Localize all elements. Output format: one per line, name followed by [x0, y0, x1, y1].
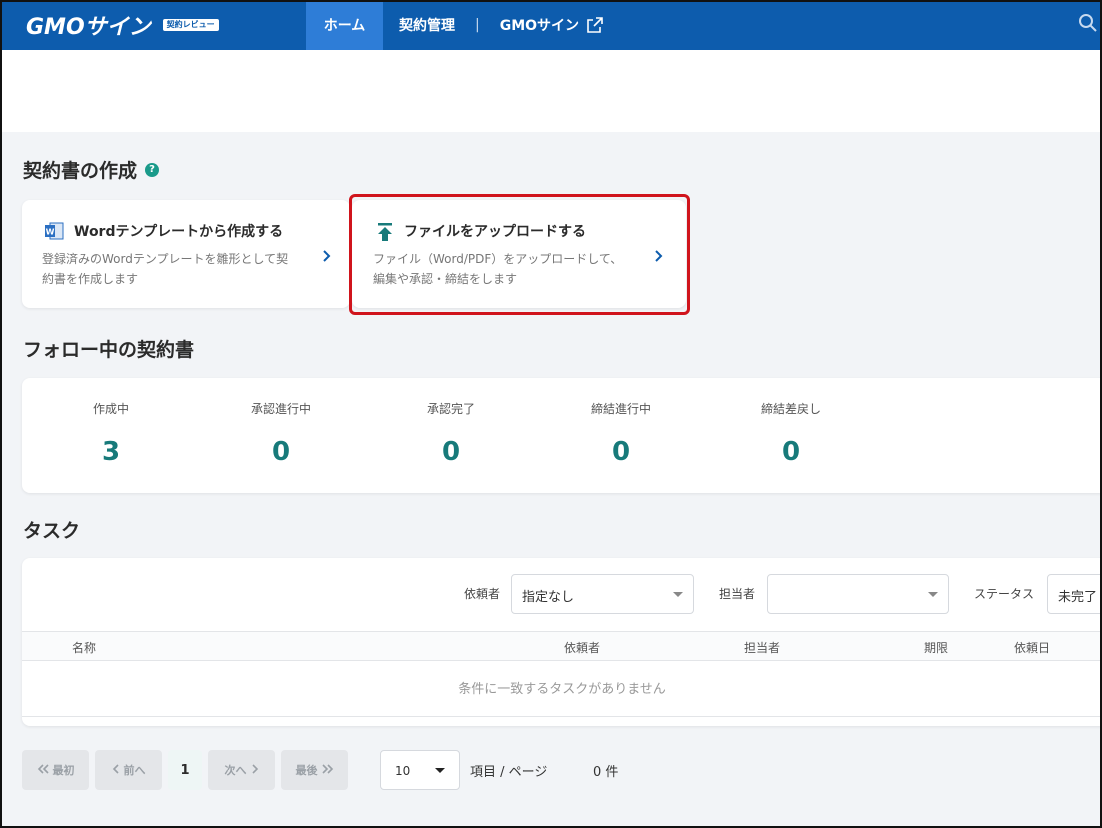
- logo-badge: 契約レビュー: [162, 19, 219, 31]
- upload-card-desc-line1: ファイル（Word/PDF）をアップロードして、: [373, 252, 623, 266]
- task-table-header: 名称 依頼者 担当者 期限 依頼日: [22, 631, 1102, 661]
- stat-value: 0: [611, 437, 631, 467]
- assignee-filter-label: 担当者: [719, 587, 756, 601]
- upload-card-title: ファイルをアップロードする: [404, 224, 586, 240]
- table-bottom-divider: [22, 716, 1102, 717]
- stat-value: 3: [101, 437, 121, 467]
- stat-drafting[interactable]: 作成中 3: [26, 400, 196, 467]
- chevron-right-icon: [322, 248, 332, 267]
- first-page-label: 最初: [52, 764, 75, 777]
- last-page-button[interactable]: 最後: [281, 750, 348, 790]
- nav-separator: |: [475, 17, 480, 33]
- search-icon[interactable]: [1078, 13, 1098, 37]
- chevron-down-icon: [435, 768, 445, 773]
- stat-label: 承認進行中: [250, 402, 311, 416]
- prev-page-label: 前へ: [123, 764, 146, 777]
- page-size-select[interactable]: 10: [380, 750, 460, 790]
- double-chevron-left-icon: [37, 763, 49, 777]
- top-navigation-bar: GMOサイン 契約レビュー ホーム 契約管理 | GMOサイン: [0, 0, 1102, 50]
- banner-area: [0, 50, 1102, 132]
- stat-label: 締結差戻し: [760, 402, 821, 416]
- chevron-right-icon: [654, 248, 664, 267]
- tab-gmo-sign-label: GMOサイン: [499, 18, 580, 34]
- last-page-label: 最後: [295, 764, 318, 777]
- stat-approval-complete[interactable]: 承認完了 0: [366, 400, 536, 467]
- stat-label: 締結進行中: [590, 402, 651, 416]
- next-page-label: 次へ: [224, 764, 247, 777]
- external-link-icon: [587, 17, 603, 33]
- task-section-title: タスク: [23, 520, 81, 542]
- app-logo[interactable]: GMOサイン 契約レビュー: [0, 0, 306, 50]
- stat-signing-returned[interactable]: 締結差戻し 0: [706, 400, 876, 467]
- tab-contract-management[interactable]: 契約管理: [383, 0, 471, 50]
- chevron-down-icon: [673, 592, 683, 597]
- stat-value: 0: [271, 437, 291, 467]
- column-name[interactable]: 名称: [72, 639, 96, 656]
- word-card-desc-line2: 約書を作成します: [42, 272, 139, 286]
- tab-home[interactable]: ホーム: [306, 0, 383, 50]
- chevron-left-icon: [112, 763, 120, 777]
- column-request-date[interactable]: 依頼日: [1014, 639, 1050, 656]
- chevron-right-icon: [251, 763, 259, 777]
- create-section-title: 契約書の作成 ?: [23, 156, 160, 183]
- stat-value: 0: [781, 437, 801, 467]
- first-page-button[interactable]: 最初: [22, 750, 89, 790]
- tab-gmo-sign-external[interactable]: GMOサイン: [484, 0, 619, 50]
- requester-select-value: 指定なし: [522, 590, 575, 605]
- requester-select[interactable]: 指定なし: [511, 574, 694, 614]
- per-page-label: 項目 / ページ: [470, 765, 548, 780]
- svg-text:W: W: [46, 228, 55, 237]
- word-card-description: 登録済みのWordテンプレートを雛形として契 約書を作成します: [42, 249, 288, 289]
- chevron-down-icon: [928, 592, 938, 597]
- double-chevron-right-icon: [321, 763, 334, 777]
- status-select-value: 未完了: [1058, 590, 1098, 605]
- stat-value: 0: [441, 437, 461, 467]
- follow-section-title: フォロー中の契約書: [23, 339, 195, 361]
- current-page-button[interactable]: 1: [168, 750, 202, 790]
- stat-signing-in-progress[interactable]: 締結進行中 0: [536, 400, 706, 467]
- help-icon[interactable]: ?: [145, 162, 160, 177]
- stat-label: 作成中: [92, 402, 129, 416]
- prev-page-button[interactable]: 前へ: [95, 750, 162, 790]
- upload-icon: [376, 222, 394, 246]
- upload-card-desc-line2: 編集や承認・締結をします: [373, 272, 518, 286]
- assignee-select[interactable]: [767, 574, 949, 614]
- word-card-title: Wordテンプレートから作成する: [74, 224, 284, 240]
- status-filter-label: ステータス: [974, 587, 1035, 601]
- file-upload-card[interactable]: ファイルをアップロードする ファイル（Word/PDF）をアップロードして、 編…: [352, 200, 686, 308]
- next-page-button[interactable]: 次へ: [208, 750, 275, 790]
- stat-label: 承認完了: [426, 402, 475, 416]
- column-due-date[interactable]: 期限: [924, 639, 948, 656]
- stat-approval-in-progress[interactable]: 承認進行中 0: [196, 400, 366, 467]
- column-requester[interactable]: 依頼者: [564, 639, 600, 656]
- requester-filter-label: 依頼者: [464, 587, 501, 601]
- word-card-desc-line1: 登録済みのWordテンプレートを雛形として契: [42, 252, 289, 266]
- create-section-heading: 契約書の作成: [23, 160, 138, 182]
- empty-table-message: 条件に一致するタスクがありません: [458, 682, 666, 697]
- page-size-value: 10: [395, 764, 411, 778]
- total-count-label: 0 件: [593, 765, 619, 780]
- status-select[interactable]: 未完了: [1047, 574, 1102, 614]
- logo-text: GMOサイン: [26, 15, 151, 40]
- column-assignee[interactable]: 担当者: [744, 639, 780, 656]
- word-icon: W: [44, 222, 64, 244]
- upload-card-description: ファイル（Word/PDF）をアップロードして、 編集や承認・締結をします: [373, 249, 622, 289]
- word-template-card[interactable]: W Wordテンプレートから作成する 登録済みのWordテンプレートを雛形として…: [22, 200, 350, 308]
